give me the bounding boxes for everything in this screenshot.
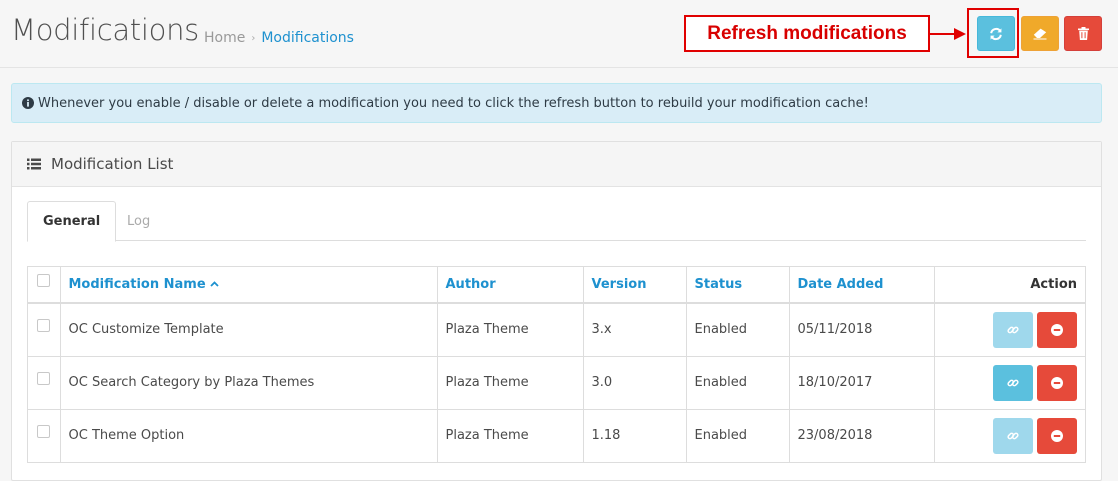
cell-status: Enabled bbox=[686, 355, 790, 409]
select-all-checkbox[interactable] bbox=[37, 274, 51, 287]
tab-log[interactable]: Log bbox=[112, 201, 165, 242]
alert-text: Whenever you enable / disable or delete … bbox=[38, 95, 869, 111]
clear-button[interactable] bbox=[1021, 16, 1059, 51]
cell-version: 3.x bbox=[583, 303, 687, 356]
trash-icon bbox=[1077, 27, 1089, 40]
cell-name: OC Theme Option bbox=[60, 408, 438, 462]
column-header-name[interactable]: Modification Name bbox=[60, 267, 438, 304]
link-button[interactable] bbox=[993, 311, 1033, 348]
list-icon bbox=[27, 158, 41, 170]
table-row: OC Theme Option Plaza Theme 1.18 Enabled… bbox=[28, 408, 1085, 462]
panel-title: Modification List bbox=[51, 155, 174, 173]
sort-asc-icon bbox=[210, 276, 219, 291]
breadcrumb-separator: › bbox=[251, 33, 256, 44]
column-header-version[interactable]: Version bbox=[583, 267, 687, 304]
cell-author: Plaza Theme bbox=[437, 303, 584, 356]
tab-general[interactable]: General bbox=[27, 201, 117, 242]
cell-date-added: 23/08/2018 bbox=[789, 408, 935, 462]
cell-version: 1.18 bbox=[583, 408, 687, 462]
disable-button[interactable] bbox=[1037, 364, 1077, 401]
cell-author: Plaza Theme bbox=[437, 408, 584, 462]
cell-version: 3.0 bbox=[583, 355, 687, 409]
disable-button[interactable] bbox=[1037, 311, 1077, 348]
delete-button[interactable] bbox=[1064, 16, 1102, 51]
link-icon bbox=[1007, 326, 1019, 334]
breadcrumb-home-link[interactable]: Home bbox=[204, 30, 245, 46]
minus-circle-icon bbox=[1051, 376, 1063, 389]
info-icon bbox=[22, 97, 34, 109]
minus-circle-icon bbox=[1051, 323, 1063, 336]
link-button[interactable] bbox=[993, 417, 1033, 454]
link-button[interactable] bbox=[993, 364, 1033, 401]
table-row: OC Customize Template Plaza Theme 3.x En… bbox=[28, 303, 1085, 356]
cell-name: OC Customize Template bbox=[60, 303, 438, 356]
modification-list-panel: Modification List General Log Modificati… bbox=[11, 141, 1102, 481]
eraser-icon bbox=[1033, 28, 1047, 39]
breadcrumb-current-link[interactable]: Modifications bbox=[261, 30, 354, 46]
breadcrumb: Home › Modifications bbox=[204, 30, 354, 46]
cell-date-added: 18/10/2017 bbox=[789, 355, 935, 409]
page-title: Modifications bbox=[11, 13, 199, 47]
link-icon bbox=[1007, 379, 1019, 386]
cell-author: Plaza Theme bbox=[437, 355, 584, 409]
refresh-callout-label: Refresh modifications bbox=[684, 15, 930, 52]
column-header-author[interactable]: Author bbox=[437, 267, 584, 304]
column-header-action: Action bbox=[934, 267, 1085, 304]
cell-date-added: 05/11/2018 bbox=[789, 303, 935, 356]
callout-arrow-head bbox=[954, 28, 966, 40]
link-icon bbox=[1007, 432, 1019, 440]
tab-bar: General Log bbox=[27, 201, 1086, 242]
minus-circle-icon bbox=[1051, 429, 1063, 442]
panel-heading: Modification List bbox=[12, 142, 1101, 187]
cell-name: OC Search Category by Plaza Themes bbox=[60, 355, 438, 409]
column-header-status[interactable]: Status bbox=[686, 267, 790, 304]
page-header: Modifications Home › Modifications Refresh… bbox=[0, 0, 1118, 68]
row-checkbox[interactable] bbox=[37, 425, 51, 439]
modification-table: Modification Name Author Version Status … bbox=[27, 266, 1086, 463]
column-header-date-added[interactable]: Date Added bbox=[789, 267, 935, 304]
row-checkbox[interactable] bbox=[37, 372, 51, 385]
table-row: OC Search Category by Plaza Themes Plaza… bbox=[28, 355, 1085, 409]
cell-status: Enabled bbox=[686, 408, 790, 462]
disable-button[interactable] bbox=[1037, 417, 1077, 454]
row-checkbox[interactable] bbox=[37, 319, 51, 333]
info-alert: Whenever you enable / disable or delete … bbox=[11, 83, 1102, 123]
refresh-highlight-box bbox=[967, 8, 1019, 58]
cell-status: Enabled bbox=[686, 303, 790, 356]
